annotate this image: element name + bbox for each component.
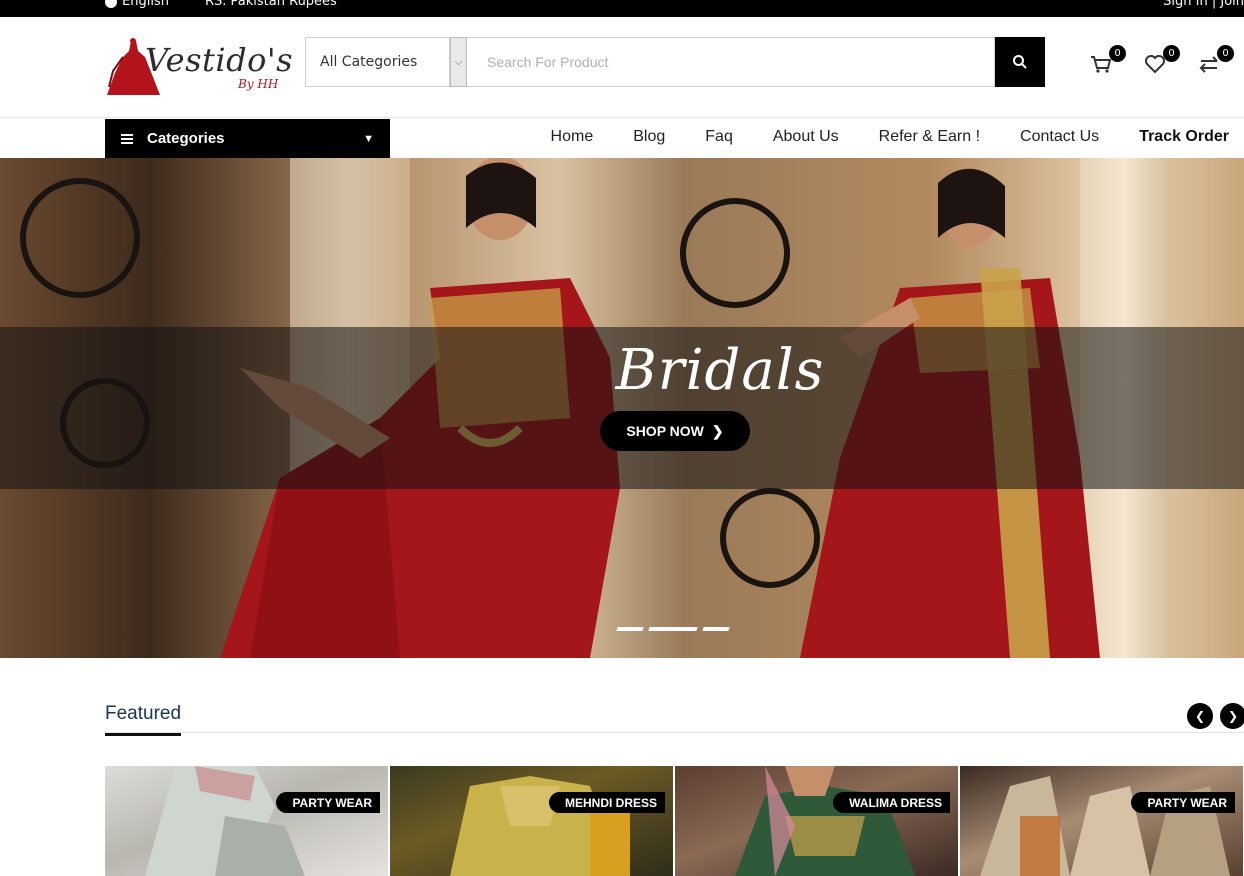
product-tag: WALIMA DRESS — [833, 792, 950, 813]
search-button[interactable] — [995, 37, 1045, 87]
header: Vestido's By HH All Categories ⌵ 0 0 0 — [0, 17, 1244, 118]
nav-track-order[interactable]: Track Order — [1139, 128, 1229, 146]
product-image — [145, 766, 305, 876]
hamburger-icon — [121, 132, 133, 146]
brand-name: Vestido's — [145, 41, 294, 79]
nav-refer-earn[interactable]: Refer & Earn ! — [879, 128, 980, 146]
categories-label: Categories — [147, 130, 225, 147]
slider-dots — [616, 627, 730, 631]
shop-now-button[interactable]: SHOP NOW ❯ — [600, 411, 750, 451]
nav-blog[interactable]: Blog — [633, 128, 665, 146]
chevron-right-icon: ❯ — [1227, 709, 1239, 723]
globe-icon — [105, 0, 117, 8]
chevron-down-icon: ▼ — [363, 132, 374, 145]
top-bar: English RS. Pakistan Rupees Sign In | Jo… — [0, 0, 1244, 17]
product-tag: PARTY WEAR — [276, 792, 380, 813]
featured-header: Featured ❮ ❯ — [105, 700, 1244, 736]
hero-title: Bridals — [615, 338, 825, 403]
brand-subtitle: By HH — [238, 77, 279, 91]
product-card[interactable]: WALIMA DRESS — [675, 766, 958, 876]
nav-home[interactable]: Home — [551, 128, 594, 146]
product-card[interactable]: MEHNDI DRESS — [390, 766, 673, 876]
hero-banner[interactable]: Bridals SHOP NOW ❯ — [0, 158, 1244, 658]
product-card[interactable]: PARTY WEAR — [960, 766, 1243, 876]
product-image — [735, 766, 915, 876]
chevron-right-icon: ❯ — [711, 422, 724, 439]
hero-railing-scroll — [680, 198, 790, 308]
product-image — [980, 776, 1230, 876]
product-card[interactable]: PARTY WEAR — [105, 766, 388, 876]
site-logo[interactable]: Vestido's By HH — [105, 37, 295, 99]
language-selector[interactable]: English — [105, 0, 169, 9]
currency-selector[interactable]: RS. Pakistan Rupees — [205, 0, 337, 9]
cart-button[interactable]: 0 — [1090, 45, 1126, 79]
nav-about-us[interactable]: About Us — [773, 128, 839, 146]
slider-dot-3[interactable] — [702, 627, 730, 631]
carousel-next-button[interactable]: ❯ — [1220, 703, 1244, 729]
cart-count-badge: 0 — [1109, 45, 1126, 62]
featured-title: Featured — [105, 703, 182, 736]
wishlist-count-badge: 0 — [1163, 45, 1180, 62]
sign-in-join-link[interactable]: Sign In | Join — [1163, 0, 1244, 9]
search-input[interactable] — [467, 37, 995, 87]
featured-products: PARTY WEAR MEHNDI DRESS WALIMA DRESS PAR… — [105, 766, 1243, 876]
product-tag: MEHNDI DRESS — [548, 792, 665, 813]
categories-dropdown[interactable]: Categories ▼ — [105, 119, 390, 158]
category-select[interactable]: All Categories — [305, 37, 450, 87]
product-image — [450, 776, 630, 876]
shop-now-label: SHOP NOW — [626, 423, 704, 439]
chevron-left-icon: ❮ — [1194, 709, 1206, 723]
search-icon — [1013, 55, 1027, 69]
carousel-prev-button[interactable]: ❮ — [1187, 703, 1213, 729]
nav-contact-us[interactable]: Contact Us — [1020, 128, 1099, 146]
compare-button[interactable]: 0 — [1198, 45, 1234, 79]
compare-count-badge: 0 — [1217, 45, 1234, 62]
slider-dot-2-active[interactable] — [648, 627, 698, 631]
chevron-down-icon[interactable]: ⌵ — [450, 37, 467, 87]
hero-railing-scroll — [20, 178, 140, 298]
wishlist-button[interactable]: 0 — [1144, 45, 1180, 79]
nav-links: Home Blog Faq About Us Refer & Earn ! Co… — [551, 118, 1229, 156]
slider-dot-1[interactable] — [616, 627, 644, 631]
nav-faq[interactable]: Faq — [705, 128, 733, 146]
search-bar: All Categories ⌵ — [305, 37, 1045, 87]
main-navigation: Categories ▼ Home Blog Faq About Us Refe… — [0, 118, 1244, 158]
product-tag: PARTY WEAR — [1131, 792, 1235, 813]
language-label: English — [122, 0, 169, 9]
